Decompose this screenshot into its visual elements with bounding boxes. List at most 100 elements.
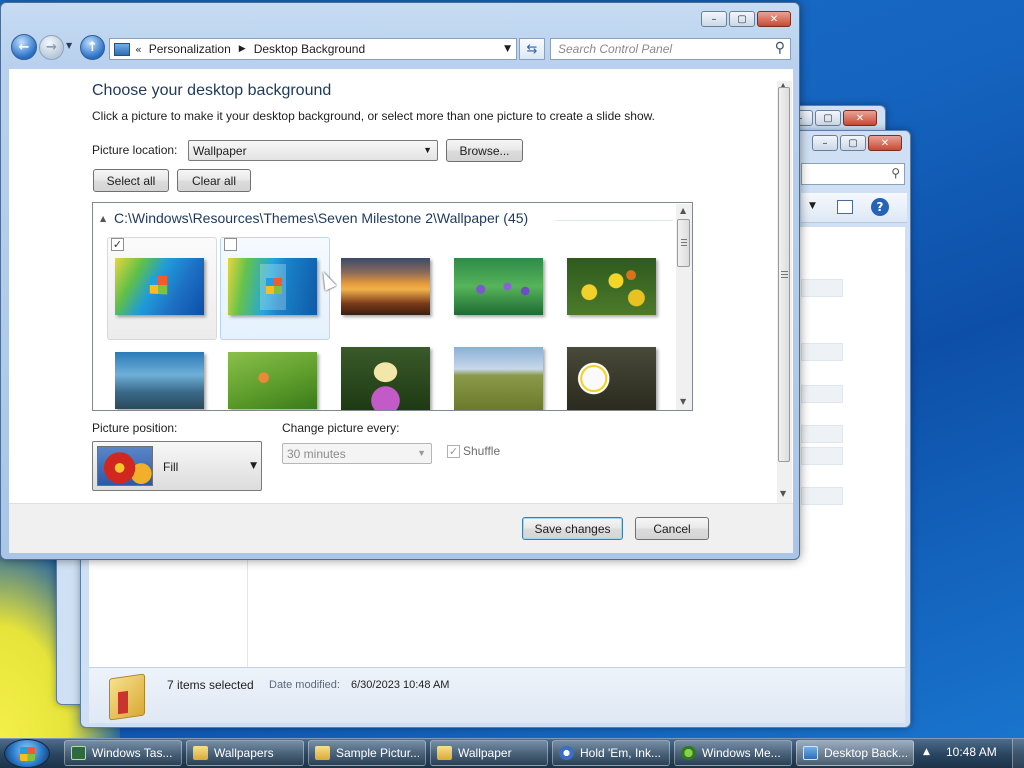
address-bar[interactable]: « Personalization ▶ Desktop Background ▼ bbox=[109, 38, 517, 60]
refresh-button[interactable]: ⇆ bbox=[519, 38, 545, 60]
wallpaper-thumbnail-field-path[interactable] bbox=[454, 347, 543, 410]
status-date-value: 6/30/2023 10:48 AM bbox=[351, 679, 450, 691]
wallpaper-thumbnail-yellow-flowers-butterfly[interactable] bbox=[567, 258, 656, 315]
windows-logo-icon bbox=[20, 747, 35, 761]
address-dropdown-icon[interactable]: ▼ bbox=[504, 44, 511, 54]
scroll-thumb[interactable] bbox=[778, 87, 790, 462]
taskbar-item-wallpapers[interactable]: Wallpapers bbox=[186, 740, 304, 766]
wallpaper-gallery[interactable]: ▲ C:\Windows\Resources\Themes\Seven Mile… bbox=[92, 202, 693, 411]
taskbar-item-wallpaper[interactable]: Wallpaper bbox=[430, 740, 548, 766]
scroll-thumb[interactable] bbox=[677, 219, 690, 267]
picture-position-select[interactable]: Fill ▼ bbox=[92, 441, 262, 491]
picture-position-label: Picture position: bbox=[92, 421, 178, 435]
picture-location-value: Wallpaper bbox=[193, 143, 247, 158]
cancel-button[interactable]: Cancel bbox=[635, 517, 709, 540]
search-control-panel-input[interactable]: Search Control Panel ⚲ bbox=[550, 38, 791, 60]
preview-pane-icon[interactable] bbox=[837, 200, 853, 214]
explorer-window-controls: – ▢ ✕ bbox=[812, 135, 902, 151]
taskbar-item-windows-task-manager[interactable]: Windows Tas... bbox=[64, 740, 182, 766]
forward-button[interactable]: → bbox=[39, 35, 64, 60]
status-date-label: Date modified: bbox=[269, 679, 340, 691]
minimize-icon[interactable]: – bbox=[701, 11, 727, 27]
clear-all-button[interactable]: Clear all bbox=[177, 169, 251, 192]
explorer-search-box[interactable]: ⚲ bbox=[801, 163, 905, 185]
fill-preview-icon bbox=[97, 446, 153, 486]
show-hidden-icons-chevron-up-icon[interactable]: ▲ bbox=[923, 747, 930, 757]
window-controls: – ▢ ✕ bbox=[701, 11, 791, 27]
window-scrollbar[interactable]: ▲ ▼ bbox=[777, 81, 792, 503]
taskbar-clock[interactable]: 10:48 AM bbox=[946, 745, 997, 759]
select-all-button[interactable]: Select all bbox=[93, 169, 169, 192]
taskbar-item-hold-em[interactable]: Hold 'Em, Ink... bbox=[552, 740, 670, 766]
instructions-text: Click a picture to make it your desktop … bbox=[92, 109, 655, 123]
taskbar-item-label: Windows Tas... bbox=[92, 746, 173, 760]
maximize-icon[interactable]: ▢ bbox=[815, 110, 841, 126]
close-icon[interactable]: ✕ bbox=[843, 110, 877, 126]
explorer-row bbox=[801, 447, 843, 465]
chevron-down-icon: ▼ bbox=[250, 461, 257, 471]
folder-icon bbox=[315, 746, 330, 760]
breadcrumb-separator-icon[interactable]: ▶ bbox=[239, 44, 246, 54]
maximize-icon[interactable]: ▢ bbox=[729, 11, 755, 27]
wallpaper-thumbnail-rocky-shore[interactable] bbox=[115, 352, 204, 409]
thumbnail-checkbox[interactable]: ✓ bbox=[111, 238, 124, 251]
control-panel-icon bbox=[114, 42, 130, 56]
start-button[interactable] bbox=[4, 739, 50, 768]
recent-pages-chevron-down-icon[interactable]: ▼ bbox=[66, 41, 72, 50]
wallpaper-thumbnail-butterfly-purple-flower[interactable] bbox=[341, 347, 430, 410]
close-icon[interactable]: ✕ bbox=[757, 11, 791, 27]
explorer-status-bar: 7 items selected Date modified: 6/30/202… bbox=[89, 667, 905, 723]
picture-location-select[interactable]: Wallpaper ▼ bbox=[188, 140, 438, 161]
close-icon[interactable]: ✕ bbox=[868, 135, 902, 151]
wallpaper-thumbnail-green-plant[interactable] bbox=[228, 352, 317, 409]
rear-window-controls: – ▢ ✕ bbox=[787, 110, 877, 126]
view-dropdown-icon[interactable]: ▼ bbox=[809, 201, 816, 211]
save-changes-button[interactable]: Save changes bbox=[522, 517, 623, 540]
taskbar-item-sample-pictures[interactable]: Sample Pictur... bbox=[308, 740, 426, 766]
folder-icon bbox=[193, 746, 208, 760]
explorer-row bbox=[801, 343, 843, 361]
chevron-down-icon: ▼ bbox=[423, 145, 432, 155]
taskbar-item-windows-media[interactable]: Windows Me... bbox=[674, 740, 792, 766]
maximize-icon[interactable]: ▢ bbox=[840, 135, 866, 151]
minimize-icon[interactable]: – bbox=[812, 135, 838, 151]
show-desktop-button[interactable] bbox=[1012, 739, 1024, 768]
poker-chip-icon bbox=[559, 746, 574, 760]
explorer-row bbox=[801, 279, 843, 297]
control-panel-icon bbox=[803, 746, 818, 760]
refresh-icon: ⇆ bbox=[526, 41, 538, 57]
wallpaper-thumbnail-sunset-sea[interactable] bbox=[341, 258, 430, 315]
taskbar-item-label: Wallpaper bbox=[458, 746, 512, 760]
thumbnail-checkbox[interactable] bbox=[224, 238, 237, 251]
scroll-down-icon[interactable]: ▼ bbox=[780, 489, 786, 498]
chevron-down-icon: ▼ bbox=[417, 448, 426, 458]
breadcrumb-overflow-icon[interactable]: « bbox=[135, 43, 142, 56]
explorer-row bbox=[801, 385, 843, 403]
desktop-background-window: – ▢ ✕ ← → ▼ ↑ « Personalization ▶ Deskto… bbox=[0, 2, 800, 560]
help-icon[interactable]: ? bbox=[871, 198, 889, 216]
wallpaper-thumbnail-windows-logo-fish[interactable] bbox=[228, 258, 317, 315]
gallery-scrollbar[interactable]: ▲ ▼ bbox=[676, 204, 692, 410]
taskbar-item-label: Hold 'Em, Ink... bbox=[580, 746, 661, 760]
shuffle-checkbox[interactable]: ✓ bbox=[447, 445, 460, 458]
scroll-up-icon[interactable]: ▲ bbox=[680, 206, 686, 215]
taskbar-item-desktop-background[interactable]: Desktop Back... bbox=[796, 740, 914, 766]
breadcrumb-desktop-background[interactable]: Desktop Background bbox=[254, 42, 365, 56]
breadcrumb-personalization[interactable]: Personalization bbox=[149, 42, 231, 56]
gallery-group-header[interactable]: C:\Windows\Resources\Themes\Seven Milest… bbox=[114, 210, 528, 226]
change-picture-interval-select[interactable]: 30 minutes ▼ bbox=[282, 443, 432, 464]
change-picture-label: Change picture every: bbox=[282, 421, 400, 435]
search-icon[interactable]: ⚲ bbox=[775, 40, 785, 56]
wallpaper-thumbnail-purple-flowers[interactable] bbox=[454, 258, 543, 315]
back-button[interactable]: ← bbox=[11, 34, 37, 60]
wallpaper-thumbnail-windows-logo-blue[interactable] bbox=[115, 258, 204, 315]
browse-button[interactable]: Browse... bbox=[446, 139, 523, 162]
folder-icon bbox=[437, 746, 452, 760]
taskbar-item-label: Windows Me... bbox=[702, 746, 781, 760]
up-button[interactable]: ↑ bbox=[80, 35, 105, 60]
explorer-row bbox=[801, 425, 843, 443]
wallpaper-thumbnail-white-flower[interactable] bbox=[567, 347, 656, 410]
scroll-down-icon[interactable]: ▼ bbox=[680, 397, 686, 406]
collapse-group-icon[interactable]: ▲ bbox=[100, 214, 106, 223]
search-icon: ⚲ bbox=[891, 166, 900, 180]
